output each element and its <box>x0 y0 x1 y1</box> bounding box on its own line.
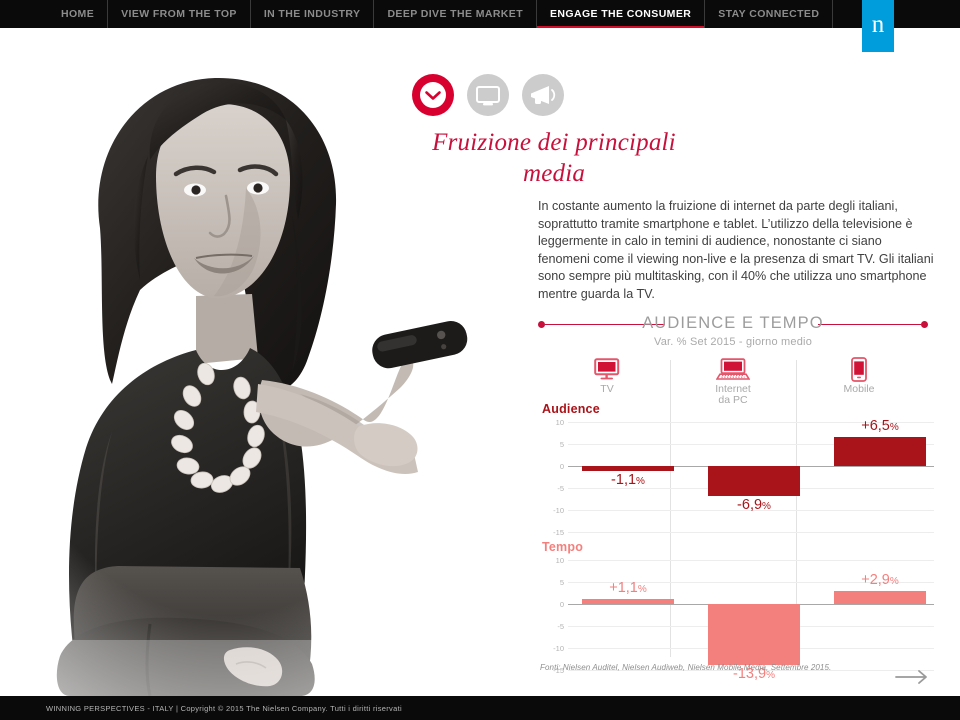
tv-icon <box>476 86 500 106</box>
bar-value-label-audience-1: -6,9% <box>737 497 771 513</box>
device-label: TV <box>600 383 614 395</box>
gridline-10 <box>568 560 934 561</box>
tv-device-icon <box>594 358 620 380</box>
bar-audience-2[interactable] <box>834 437 926 466</box>
y-axis-tick-label: -10 <box>553 644 564 653</box>
nav-right-spacer <box>833 0 960 28</box>
footer-bar: WINNING PERSPECTIVES - ITALY | Copyright… <box>0 696 960 720</box>
device-column-mobile: Mobile <box>800 356 918 395</box>
y-axis-tick-label: 10 <box>555 418 564 427</box>
audience-chart-title: Audience <box>542 402 600 416</box>
bar-value-number: +1,1 <box>609 580 638 597</box>
tv-icon-button[interactable] <box>467 74 509 116</box>
nav-item-label: ENGAGE THE CONSUMER <box>550 8 692 20</box>
nav-left-spacer <box>0 0 48 28</box>
nav-item-label: VIEW FROM THE TOP <box>121 8 237 20</box>
gridline--15 <box>568 532 934 533</box>
nav-item-label: HOME <box>61 8 95 20</box>
nielsen-logo[interactable]: n <box>862 0 894 52</box>
nav-item-home[interactable]: HOME <box>48 0 109 28</box>
y-axis-tick-label: 5 <box>559 578 564 587</box>
bar-value-unit: % <box>762 501 771 513</box>
device-label: Mobile <box>843 383 875 395</box>
bar-value-number: +2,9 <box>861 572 890 589</box>
device-column-internet-da-pc: Internet da PC <box>674 356 792 406</box>
nav-item-in-the-industry[interactable]: IN THE INDUSTRY <box>251 0 375 28</box>
top-navigation-bar: HOME VIEW FROM THE TOP IN THE INDUSTRY D… <box>0 0 960 28</box>
y-axis-tick-label: -15 <box>553 528 564 537</box>
charts-container: TV Internet da PC Mobile Audience 10 5 0… <box>538 356 934 682</box>
source-note: Fonti: Nielsen Auditel, Nielsen Audiweb,… <box>540 663 832 672</box>
clock-icon-button[interactable] <box>412 74 454 116</box>
megaphone-icon <box>531 86 556 104</box>
megaphone-icon-button[interactable] <box>522 74 564 116</box>
tv-device-icon-wrap <box>548 356 666 382</box>
clock-icon <box>425 91 441 100</box>
nav-item-label: IN THE INDUSTRY <box>263 8 361 20</box>
footer-copyright: WINNING PERSPECTIVES - ITALY | Copyright… <box>46 703 402 713</box>
y-axis-tick-label: 0 <box>559 600 564 609</box>
audience-chart: Audience 10 5 0 -5 -10 -15 -1,1% -6,9% +6,5% <box>538 402 934 537</box>
mobile-device-icon <box>851 357 867 382</box>
bar-value-unit: % <box>889 576 899 588</box>
nielsen-logo-letter: n <box>871 10 885 38</box>
y-axis-tick-label: -10 <box>553 506 564 515</box>
bar-value-label-audience-0: -1,1% <box>611 472 645 488</box>
bar-tempo-0[interactable] <box>582 599 674 604</box>
mobile-device-icon-wrap <box>800 356 918 382</box>
section-icon-row <box>412 74 564 116</box>
bar-value-number: -6,9 <box>737 497 763 514</box>
bar-value-unit: % <box>636 475 645 487</box>
laptop-device-icon <box>716 358 750 380</box>
tempo-plot-area: 10 5 0 -5 -10 -15 +1,1% -13,9% +2,9% <box>553 556 934 682</box>
bar-value-unit: % <box>889 422 899 434</box>
nav-item-engage-the-consumer[interactable]: ENGAGE THE CONSUMER <box>537 0 706 28</box>
device-column-tv: TV <box>548 356 666 395</box>
bar-value-unit: % <box>637 584 647 596</box>
chart-title: AUDIENCE E TEMPO <box>642 314 824 332</box>
bar-value-label-audience-2: +6,5% <box>861 418 899 434</box>
nav-item-view-from-the-top[interactable]: VIEW FROM THE TOP <box>108 0 251 28</box>
audience-plot-area: 10 5 0 -5 -10 -15 -1,1% -6,9% +6,5% <box>553 418 934 537</box>
bar-value-label-tempo-0: +1,1% <box>609 580 647 596</box>
y-axis-tick-label: -5 <box>557 484 564 493</box>
bar-value-number: -1,1 <box>611 471 637 488</box>
chart-subtitle: Var. % Set 2015 - giorno medio <box>653 336 813 348</box>
arrow-right-icon <box>895 670 927 684</box>
tempo-chart-title: Tempo <box>542 540 584 554</box>
y-axis-tick-label: -5 <box>557 622 564 631</box>
nav-item-label: STAY CONNECTED <box>718 8 820 20</box>
device-column-headers: TV Internet da PC Mobile <box>538 356 934 406</box>
laptop-device-icon-wrap <box>674 356 792 382</box>
y-axis-tick-label: 10 <box>555 556 564 565</box>
bar-audience-1[interactable] <box>708 466 800 497</box>
y-axis-tick-label: 0 <box>559 462 564 471</box>
page-title: Fruizione dei principali media <box>432 129 676 187</box>
next-page-arrow-button[interactable] <box>895 668 929 686</box>
bar-tempo-1[interactable] <box>708 604 800 666</box>
tempo-chart: Tempo 10 5 0 -5 -10 -15 +1,1% -13,9% +2,9% <box>538 540 934 682</box>
nav-item-deep-dive-the-market[interactable]: DEEP DIVE THE MARKET <box>374 0 538 28</box>
intro-paragraph: In costante aumento la fruizione di inte… <box>538 199 934 301</box>
bar-audience-0[interactable] <box>582 466 674 471</box>
nav-item-label: DEEP DIVE THE MARKET <box>387 8 524 20</box>
nav-item-stay-connected[interactable]: STAY CONNECTED <box>705 0 834 28</box>
bar-tempo-2[interactable] <box>834 591 926 604</box>
y-axis-tick-label: 5 <box>559 440 564 449</box>
bar-value-label-tempo-2: +2,9% <box>861 572 899 588</box>
chart-section-header: AUDIENCE E TEMPO Var. % Set 2015 - giorn… <box>538 314 928 356</box>
bar-value-number: +6,5 <box>861 418 890 435</box>
